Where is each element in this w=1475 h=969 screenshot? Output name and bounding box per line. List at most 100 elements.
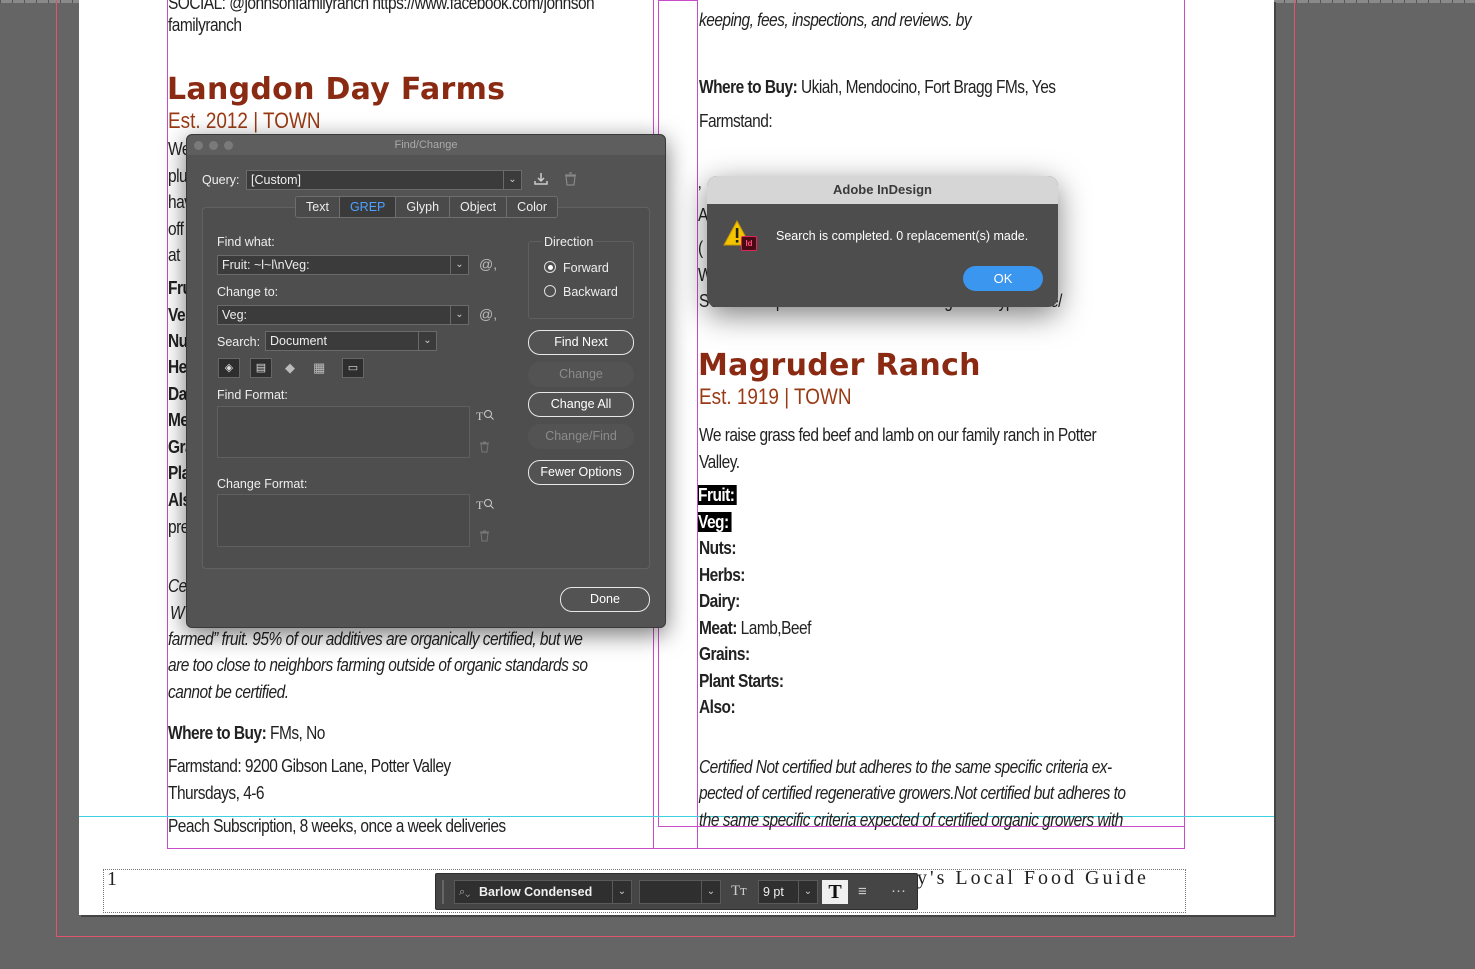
query-select[interactable]: [Custom] ⌄ xyxy=(246,170,522,190)
query-value: [Custom] xyxy=(251,173,302,187)
desc-line: Valley. xyxy=(699,452,740,472)
font-size-value: 9 pt xyxy=(763,885,784,899)
subscription-left: Peach Subscription, 8 weeks, once a week… xyxy=(168,816,506,836)
chevron-down-icon: ⌄ xyxy=(503,171,521,189)
zoom-button[interactable] xyxy=(224,141,233,150)
dairy-label: Dairy: xyxy=(699,591,740,611)
drag-handle[interactable] xyxy=(442,880,444,904)
cert-line: Certified Not certified but adheres to t… xyxy=(699,757,1112,777)
social-line-left-2: familyranch xyxy=(168,15,242,35)
tab-color[interactable]: Color xyxy=(507,197,558,217)
font-style-select[interactable]: ⌄ xyxy=(639,880,721,904)
change-to-label: Change to: xyxy=(217,285,279,299)
clipped-text: at xyxy=(168,245,180,265)
specify-change-format-icon[interactable]: T xyxy=(476,497,494,514)
find-next-button[interactable]: Find Next xyxy=(528,330,634,355)
tab-grep[interactable]: GREP xyxy=(339,197,397,217)
cert-line: pected of certified regenerative growers… xyxy=(699,783,1126,803)
direction-group xyxy=(528,241,634,319)
fewer-options-button[interactable]: Fewer Options xyxy=(528,460,634,485)
include-footnotes-icon[interactable]: ▭ xyxy=(342,358,364,378)
specify-find-format-icon[interactable]: T xyxy=(476,408,494,425)
clipped-bold: Nu xyxy=(168,331,188,351)
close-button[interactable] xyxy=(194,141,203,150)
farm-title-langdon: Langdon Day Farms xyxy=(167,72,506,107)
change-find-button[interactable]: Change/Find xyxy=(528,424,634,449)
paragraph-formatting-icon[interactable]: ≡ xyxy=(858,883,867,900)
more-options-icon[interactable]: ··· xyxy=(891,882,906,899)
include-hidden-layers-icon[interactable]: ◆ xyxy=(285,361,295,375)
chevron-down-icon[interactable]: ⌄ xyxy=(450,256,468,274)
change-to-field[interactable]: Veg: ⌄ xyxy=(217,305,469,325)
tab-text[interactable]: Text xyxy=(296,197,340,217)
forward-radio[interactable] xyxy=(544,261,556,273)
font-family-value: Barlow Condensed xyxy=(479,885,593,899)
desc-line: We raise grass fed beef and lamb on our … xyxy=(699,425,1097,445)
farm-est-langdon: Est. 2012 | TOWN xyxy=(168,108,321,133)
page-number: 1 xyxy=(107,868,117,890)
find-what-label: Find what: xyxy=(217,235,275,249)
herbs-label: Herbs: xyxy=(699,565,745,585)
clipped-bold: Da xyxy=(168,384,187,404)
fruit-label-selected[interactable]: Fruit: xyxy=(698,485,738,506)
farm-title-magruder: Magruder Ranch xyxy=(698,348,981,383)
plant-starts-label: Plant Starts: xyxy=(699,671,784,691)
farm-est-magruder: Est. 1919 | TOWN xyxy=(699,384,852,409)
cert-line: the same specific criteria expected of c… xyxy=(699,810,1123,830)
done-button[interactable]: Done xyxy=(560,587,650,612)
change-button[interactable]: Change xyxy=(528,362,634,387)
find-what-field[interactable]: Fruit: ~l~l\nVeg: ⌄ xyxy=(217,255,469,275)
dialog-title: Find/Change xyxy=(187,135,665,155)
meat-line: Meat: Lamb,Beef xyxy=(699,618,811,638)
backward-label: Backward xyxy=(563,285,618,299)
font-family-select[interactable]: ⌕⌄ Barlow Condensed ⌄ xyxy=(454,880,632,904)
hours-left: Thursdays, 4-6 xyxy=(168,783,265,803)
nuts-label: Nuts: xyxy=(699,538,736,558)
change-all-button[interactable]: Change All xyxy=(528,392,634,417)
search-scope-value: Document xyxy=(270,334,327,348)
query-label: Query: xyxy=(202,173,240,187)
warning-icon: Id xyxy=(723,218,757,252)
search-icon: ⌕⌄ xyxy=(459,886,471,898)
veg-label-selected[interactable]: Veg: xyxy=(698,512,732,533)
search-type-tabs: Text GREP Glyph Object Color xyxy=(295,196,559,218)
minimize-button[interactable] xyxy=(209,141,218,150)
clipped-bold: Ve xyxy=(168,305,186,325)
margin-guide-bottom xyxy=(167,848,1185,849)
find-format-box[interactable] xyxy=(217,406,470,458)
character-formatting-icon[interactable]: T xyxy=(822,880,848,904)
find-change-dialog: Find/Change Query: [Custom] ⌄ Text GREP … xyxy=(186,134,666,628)
backward-radio[interactable] xyxy=(544,285,556,297)
clipped-text: ( xyxy=(698,238,703,258)
special-characters-find-icon[interactable]: @, xyxy=(479,257,497,271)
clipped-text: off xyxy=(168,219,184,239)
social-line-left: SOCIAL: @johnsonfamilyranch https://www.… xyxy=(168,0,595,13)
font-size-field[interactable]: 9 pt ⌄ xyxy=(758,880,818,904)
include-locked-stories-icon[interactable]: ▤ xyxy=(250,358,272,378)
change-format-box[interactable] xyxy=(217,494,470,547)
save-query-icon[interactable] xyxy=(533,172,549,189)
tab-glyph[interactable]: Glyph xyxy=(396,197,451,217)
also-label: Also: xyxy=(699,697,736,717)
include-master-pages-icon[interactable]: ▦ xyxy=(313,361,325,375)
include-locked-layers-icon[interactable]: ◈ xyxy=(218,358,240,378)
ok-button[interactable]: OK xyxy=(963,266,1043,291)
clear-change-format-icon[interactable] xyxy=(479,530,490,545)
find-format-label: Find Format: xyxy=(217,388,288,402)
clipped-text: ‚ xyxy=(698,172,702,192)
chevron-down-icon[interactable]: ⌄ xyxy=(450,306,468,324)
svg-text:T: T xyxy=(476,498,484,511)
grains-label: Grains: xyxy=(699,644,750,664)
clear-find-format-icon[interactable] xyxy=(479,441,490,456)
special-characters-change-icon[interactable]: @, xyxy=(479,307,497,321)
tab-object[interactable]: Object xyxy=(450,197,508,217)
clipped-text: plu xyxy=(168,166,188,186)
forward-label: Forward xyxy=(563,261,609,275)
find-what-value: Fruit: ~l~l\nVeg: xyxy=(222,258,310,272)
search-scope-select[interactable]: Document ⌄ xyxy=(265,331,437,351)
search-complete-alert: Adobe InDesign Id Search is completed. 0… xyxy=(707,176,1058,307)
alert-title: Adobe InDesign xyxy=(707,176,1058,204)
delete-query-icon[interactable] xyxy=(564,172,577,189)
certification-text: farmed” fruit. 95% of our additives are … xyxy=(168,629,583,649)
certification-text: cannot be certified. xyxy=(168,682,289,702)
